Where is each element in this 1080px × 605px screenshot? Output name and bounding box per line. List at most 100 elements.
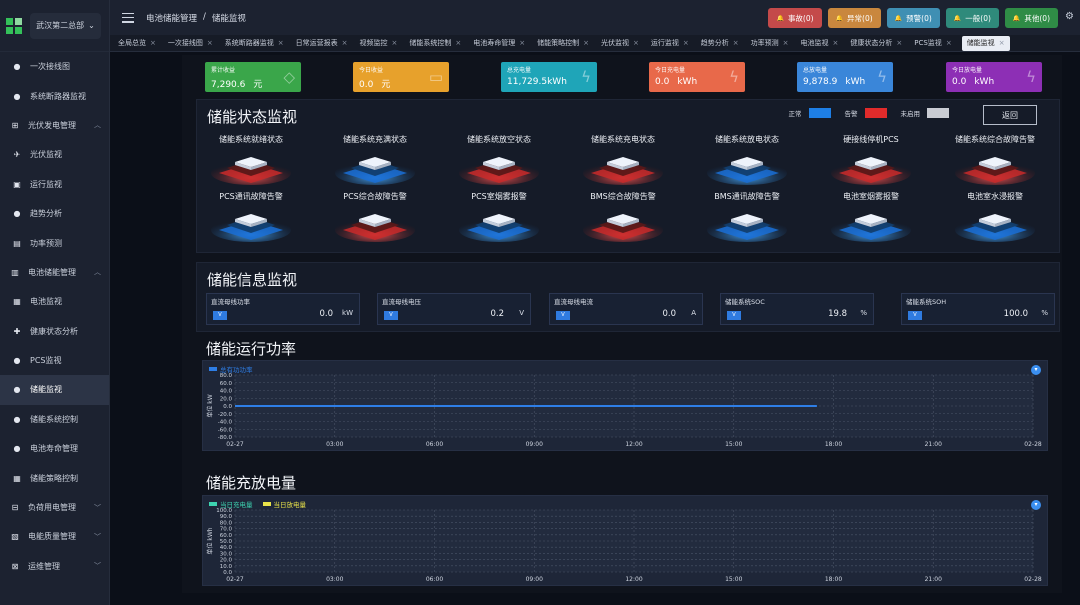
tab[interactable]: 健康状态分析 × <box>848 36 904 51</box>
sidebar-item[interactable]: ▥ 电池储能管理 ︿ <box>0 258 109 287</box>
close-icon[interactable]: × <box>999 39 1005 47</box>
sidebar-item[interactable]: ▧ 电能质量管理 ﹀ <box>0 522 109 551</box>
close-icon[interactable]: × <box>278 39 284 47</box>
pin-icon: ● <box>13 356 21 366</box>
sidebar-item[interactable]: ⊟ 负荷用电管理 ﹀ <box>0 493 109 522</box>
tab[interactable]: 视频监控 × <box>358 36 400 51</box>
alarm-status-icon <box>211 157 291 185</box>
tab[interactable]: 系统断路器监视 × <box>223 36 286 51</box>
tab[interactable]: 日常运营报表 × <box>294 36 350 51</box>
close-icon[interactable]: × <box>683 39 689 47</box>
close-icon[interactable]: × <box>833 39 839 47</box>
chart-menu-icon[interactable]: ▾ <box>1031 365 1041 375</box>
sidebar-item[interactable]: ⊠ 运维管理 ﹀ <box>0 552 109 581</box>
status-label: 储能系统就绪状态 <box>219 135 283 144</box>
status-label: 硬接线停机PCS <box>843 135 899 144</box>
status-indicator: PCS室烟雾报警 <box>439 191 559 242</box>
close-icon[interactable]: × <box>783 39 789 47</box>
close-icon[interactable]: × <box>519 39 525 47</box>
status-indicator: 电池室水浸报警 <box>935 191 1055 242</box>
alarm-filter-button[interactable]: 🔔 一般(0) <box>945 8 999 28</box>
tab[interactable]: 一次接线图 × <box>166 36 215 51</box>
sidebar-item[interactable]: ● PCS监视 <box>0 346 109 375</box>
station-select[interactable]: 武汉第二总部 ⌄ <box>30 12 101 39</box>
tab[interactable]: 运行监视 × <box>649 36 691 51</box>
sidebar-item[interactable]: ▣ 运行监视 <box>0 170 109 199</box>
kpi-label: 总充电量 <box>507 67 532 74</box>
tab[interactable]: 储能监视 × <box>961 35 1010 51</box>
sidebar-item[interactable]: ● 电池寿命管理 <box>0 434 109 463</box>
info-metric: 直流母线功率 V 0.0 kW <box>206 293 360 325</box>
gear-icon[interactable]: ⚙ <box>1065 11 1074 22</box>
tab[interactable]: 电池监视 × <box>799 36 841 51</box>
sidebar-item-label: 储能监视 <box>30 385 62 395</box>
tab[interactable]: 光伏监视 × <box>599 36 641 51</box>
close-icon[interactable]: × <box>583 39 589 47</box>
kpi-label: 今日放电量 <box>952 67 983 74</box>
sidebar-item-label: 电能质量管理 <box>28 532 76 542</box>
close-icon[interactable]: × <box>946 39 952 47</box>
tab-label: 视频监控 <box>359 39 388 47</box>
chart-menu-icon[interactable]: ▾ <box>1031 500 1041 510</box>
close-icon[interactable]: × <box>207 39 213 47</box>
tab[interactable]: 趋势分析 × <box>699 36 741 51</box>
grid-icon: ▦ <box>13 297 21 307</box>
kpi-unit: 元 <box>381 80 391 90</box>
status-label: 储能系统综合故障告警 <box>955 135 1035 144</box>
sidebar-item[interactable]: ✈ 光伏监视 <box>0 140 109 169</box>
info-unit: V <box>519 309 524 317</box>
sidebar-item[interactable]: ● 系统断路器监视 <box>0 81 109 110</box>
close-icon[interactable]: × <box>392 39 398 47</box>
menu-toggle-icon[interactable] <box>122 12 134 23</box>
chart-legend-item[interactable]: 当日放电量 <box>262 499 306 509</box>
status-indicator: 硬接线停机PCS <box>811 134 931 185</box>
alarm-filter-button[interactable]: 🔔 异常(0) <box>827 8 881 28</box>
sidebar-item[interactable]: ▦ 电池监视 <box>0 287 109 316</box>
y-tick-label: 50.0 <box>220 539 233 545</box>
close-icon[interactable]: × <box>733 39 739 47</box>
tab[interactable]: 功率预测 × <box>749 36 791 51</box>
back-button[interactable]: 返回 <box>983 105 1037 125</box>
close-icon[interactable]: × <box>455 39 461 47</box>
status-icon-wrap <box>211 149 291 185</box>
sidebar-item-label: 健康状态分析 <box>30 326 78 336</box>
sidebar-item[interactable]: ● 趋势分析 <box>0 199 109 228</box>
status-label: BMS综合故障告警 <box>590 192 656 201</box>
sidebar-item[interactable]: ▦ 储能策略控制 <box>0 463 109 492</box>
alarm-filter-button[interactable]: 🔔 其他(0) <box>1004 8 1058 28</box>
close-icon[interactable]: × <box>896 39 902 47</box>
sidebar-item[interactable]: ● 储能监视 <box>0 375 109 405</box>
tab-label: 储能策略控制 <box>537 39 580 47</box>
tab-label: 光伏监视 <box>601 39 629 47</box>
sidebar-item[interactable]: ▤ 功率预测 <box>0 228 109 257</box>
kpi-row: 累计收益 7,290.6 元 ◇ 今日收益 0.0 元 ▭ 总充电量 11,729.5kWh ϟ 今日… <box>205 62 1048 92</box>
tab-bar: 全局总览 × 一次接线图 × 系统断路器监视 × 日常运营报表 × 视频监控 × 储能系统控制 × 电池… <box>110 35 1080 52</box>
breadcrumb-item[interactable]: 电池储能管理 <box>146 12 197 24</box>
status-icon-wrap <box>335 149 415 185</box>
sidebar-item[interactable]: ● 储能系统控制 <box>0 405 109 434</box>
alarm-filter-button[interactable]: 🔔 事故(0) <box>768 8 822 28</box>
chart-legend-item[interactable]: 总有功功率 <box>209 364 253 374</box>
close-icon[interactable]: × <box>342 39 348 47</box>
info-metric: 储能系统SOC V 19.8% <box>720 293 874 325</box>
sidebar-item[interactable]: ✚ 健康状态分析 <box>0 317 109 346</box>
info-value: 0.0 <box>319 309 333 319</box>
y-tick-label: -20.0 <box>218 412 233 418</box>
sidebar-item[interactable]: ⊞ 光伏发电管理 ︿ <box>0 111 109 140</box>
alarm-status-icon <box>831 157 911 185</box>
battery-icon: ▥ <box>11 267 19 277</box>
sidebar-item-label: 系统断路器监视 <box>30 91 86 101</box>
tab[interactable]: 储能系统控制 × <box>407 36 463 51</box>
tab[interactable]: 全局总览 × <box>116 36 158 51</box>
bell-icon: 🔔 <box>894 14 903 22</box>
alarm-filter-button[interactable]: 🔔 预警(0) <box>886 8 940 28</box>
legend-marker <box>262 502 271 506</box>
chart-legend-item[interactable]: 当日充电量 <box>209 499 253 509</box>
close-icon[interactable]: × <box>633 39 639 47</box>
y-tick-label: 20.0 <box>220 558 233 564</box>
tab[interactable]: 电池寿命管理 × <box>471 36 527 51</box>
sidebar-item[interactable]: ● 一次接线图 <box>0 52 109 81</box>
tab[interactable]: PCS监视 × <box>912 36 953 51</box>
close-icon[interactable]: × <box>150 39 156 47</box>
tab[interactable]: 储能策略控制 × <box>535 36 591 51</box>
